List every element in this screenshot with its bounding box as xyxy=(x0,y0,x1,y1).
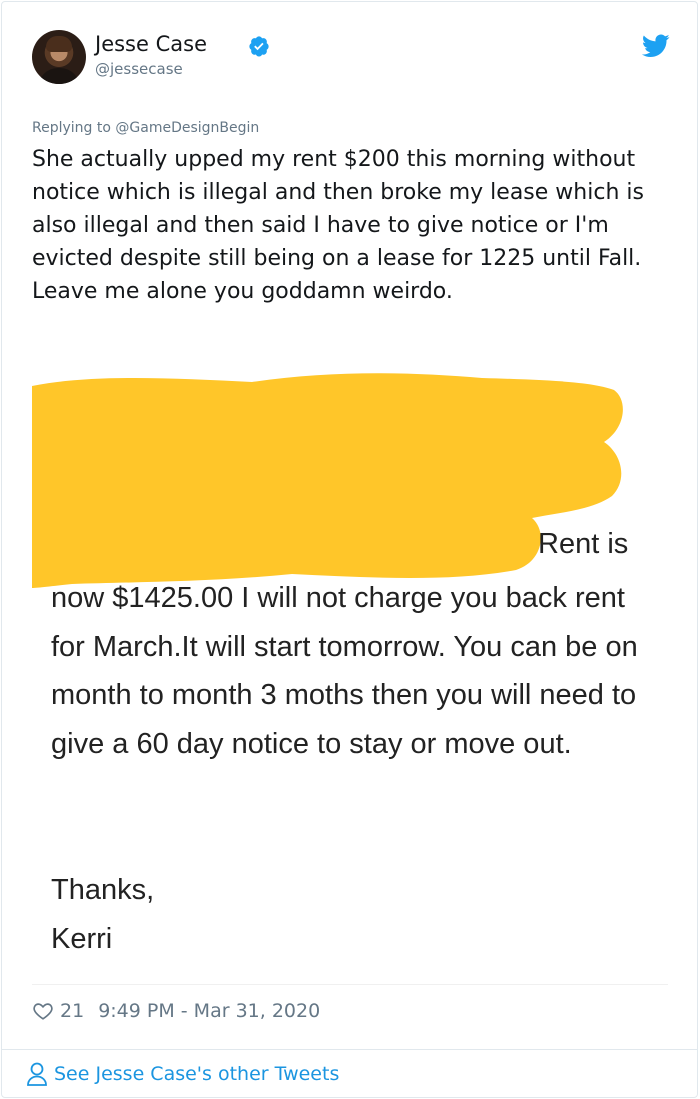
tweet-timestamp[interactable]: 9:49 PM - Mar 31, 2020 xyxy=(98,1000,320,1022)
message-rent-is: Rent is xyxy=(538,528,629,560)
replying-mention-link[interactable]: @GameDesignBegin xyxy=(115,120,259,136)
see-other-tweets-label[interactable]: See Jesse Case's other Tweets xyxy=(54,1063,339,1085)
avatar-shirt xyxy=(38,68,80,84)
footer-divider xyxy=(1,1049,698,1050)
author-handle[interactable]: @jessecase xyxy=(95,60,183,78)
media-divider xyxy=(32,984,668,985)
message-sender: Kerri xyxy=(51,922,113,955)
see-other-tweets-link[interactable]: See Jesse Case's other Tweets xyxy=(26,1060,339,1088)
replying-prefix: Replying to xyxy=(32,120,111,136)
tweet-media-image[interactable]: Rent is now $1425.00 I will not charge y… xyxy=(32,356,668,984)
tweet-meta: 21 9:49 PM - Mar 31, 2020 xyxy=(32,998,320,1024)
message-thanks: Thanks, xyxy=(51,874,155,906)
like-count[interactable]: 21 xyxy=(60,1000,84,1022)
message-signoff: Thanks, Kerri xyxy=(51,866,154,963)
avatar-hair xyxy=(46,36,72,52)
message-body: now $1425.00 I will not charge you back … xyxy=(51,582,638,760)
tweet-header: Jesse Case @jessecase xyxy=(32,30,672,90)
author-name[interactable]: Jesse Case xyxy=(95,32,207,56)
twitter-bird-icon[interactable] xyxy=(642,34,670,58)
avatar[interactable] xyxy=(32,30,86,84)
heart-icon[interactable] xyxy=(32,1000,54,1022)
person-icon xyxy=(27,1062,47,1086)
tweet-text: She actually upped my rent $200 this mor… xyxy=(32,147,644,304)
verified-badge-icon xyxy=(249,36,269,57)
replying-to: Replying to @GameDesignBegin xyxy=(32,120,259,136)
